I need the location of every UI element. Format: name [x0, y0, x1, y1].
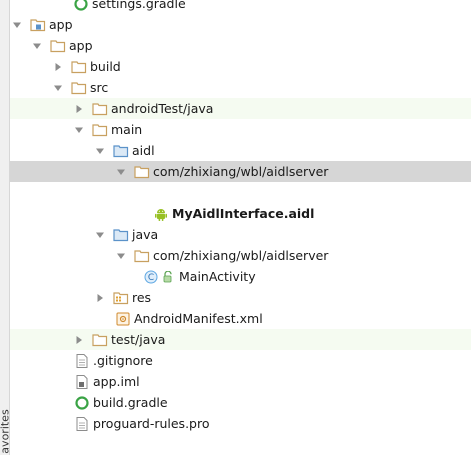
source-folder-icon: [113, 227, 129, 243]
favorites-side-tab[interactable]: avorites: [0, 0, 12, 455]
chevron-down-icon[interactable]: [10, 18, 24, 32]
tree-item-label: androidTest/java: [111, 101, 214, 116]
chevron-down-icon[interactable]: [72, 123, 86, 137]
tree-item-label: proguard-rules.pro: [93, 416, 210, 431]
lock-open-icon: [162, 269, 174, 285]
tree-item-label: java: [132, 227, 159, 242]
class-icon: C: [143, 269, 159, 285]
folder-icon: [71, 59, 87, 75]
tree-item-src[interactable]: src: [10, 77, 471, 98]
tree-item-aidl[interactable]: aidl: [10, 140, 471, 161]
svg-text:C: C: [148, 273, 154, 283]
tree-item-settings-gradle[interactable]: settings.gradle: [10, 0, 471, 14]
tree-item-gitignore[interactable]: .gitignore: [10, 350, 471, 371]
tree-item-proguard[interactable]: proguard-rules.pro: [10, 413, 471, 434]
tree-item-main[interactable]: main: [10, 119, 471, 140]
chevron-right-icon[interactable]: [72, 102, 86, 116]
resources-folder-icon: [113, 290, 129, 306]
tree-item-manifest[interactable]: AndroidManifest.xml: [10, 308, 471, 329]
package-folder-icon: [134, 248, 150, 264]
tree-item-label: app: [49, 17, 73, 32]
tree-item-android-test[interactable]: androidTest/java: [10, 98, 471, 119]
text-file-icon: [74, 416, 90, 432]
tree-item-label: MainActivity: [179, 269, 256, 284]
chevron-down-icon[interactable]: [93, 228, 107, 242]
tree-item-aidl-package[interactable]: com/zhixiang/wbl/aidlserver: [10, 161, 471, 182]
tree-item-main-activity[interactable]: C MainActivity: [10, 266, 471, 287]
tree-item-label: app.iml: [93, 374, 140, 389]
folder-icon: [92, 101, 108, 117]
module-folder-icon: [30, 17, 46, 33]
tree-item-app-iml[interactable]: app.iml: [10, 371, 471, 392]
tree-item-label: settings.gradle: [92, 0, 186, 11]
chevron-right-icon[interactable]: [93, 291, 107, 305]
chevron-down-icon[interactable]: [93, 144, 107, 158]
tree-item-app-folder[interactable]: app: [10, 35, 471, 56]
chevron-right-icon[interactable]: [51, 60, 65, 74]
tree-item-label: aidl: [132, 143, 155, 158]
text-file-icon: [74, 353, 90, 369]
tree-item-label: AndroidManifest.xml: [134, 311, 263, 326]
tree-item-label: test/java: [111, 332, 166, 347]
tree-item-label: main: [111, 122, 143, 137]
tree-item-aidl-file[interactable]: MyAidlInterface.aidl: [10, 203, 471, 224]
tree-item-res[interactable]: res: [10, 287, 471, 308]
source-folder-icon: [113, 143, 129, 159]
tree-item-build[interactable]: build: [10, 56, 471, 77]
tree-item-label: com/zhixiang/wbl/aidlserver: [153, 164, 329, 179]
tree-item-build-gradle[interactable]: build.gradle: [10, 392, 471, 413]
tree-item-label: .gitignore: [93, 353, 153, 368]
chevron-down-icon[interactable]: [114, 165, 128, 179]
manifest-file-icon: [115, 311, 131, 327]
module-file-icon: [74, 374, 90, 390]
folder-icon: [71, 80, 87, 96]
tree-item-app-module[interactable]: app: [10, 14, 471, 35]
chevron-down-icon[interactable]: [30, 39, 44, 53]
tree-item-test-java[interactable]: test/java: [10, 329, 471, 350]
tree-item-label: src: [90, 80, 109, 95]
tree-item-label: build.gradle: [93, 395, 168, 410]
chevron-down-icon[interactable]: [51, 81, 65, 95]
chevron-right-icon[interactable]: [72, 333, 86, 347]
gradle-file-icon: [73, 0, 89, 12]
folder-icon: [92, 332, 108, 348]
tree-item-label: MyAidlInterface.aidl: [172, 206, 315, 221]
tree-item-label: build: [90, 59, 121, 74]
tree-item-label: res: [132, 290, 152, 305]
tree-item-label: com/zhixiang/wbl/aidlserver: [153, 248, 329, 263]
gradle-file-icon: [74, 395, 90, 411]
tree-item-label: app: [69, 38, 93, 53]
folder-icon: [92, 122, 108, 138]
folder-icon: [50, 38, 66, 54]
tree-item-java[interactable]: java: [10, 224, 471, 245]
android-icon: [153, 206, 169, 222]
tree-item-java-package[interactable]: com/zhixiang/wbl/aidlserver: [10, 245, 471, 266]
package-folder-icon: [134, 164, 150, 180]
chevron-down-icon[interactable]: [114, 249, 128, 263]
